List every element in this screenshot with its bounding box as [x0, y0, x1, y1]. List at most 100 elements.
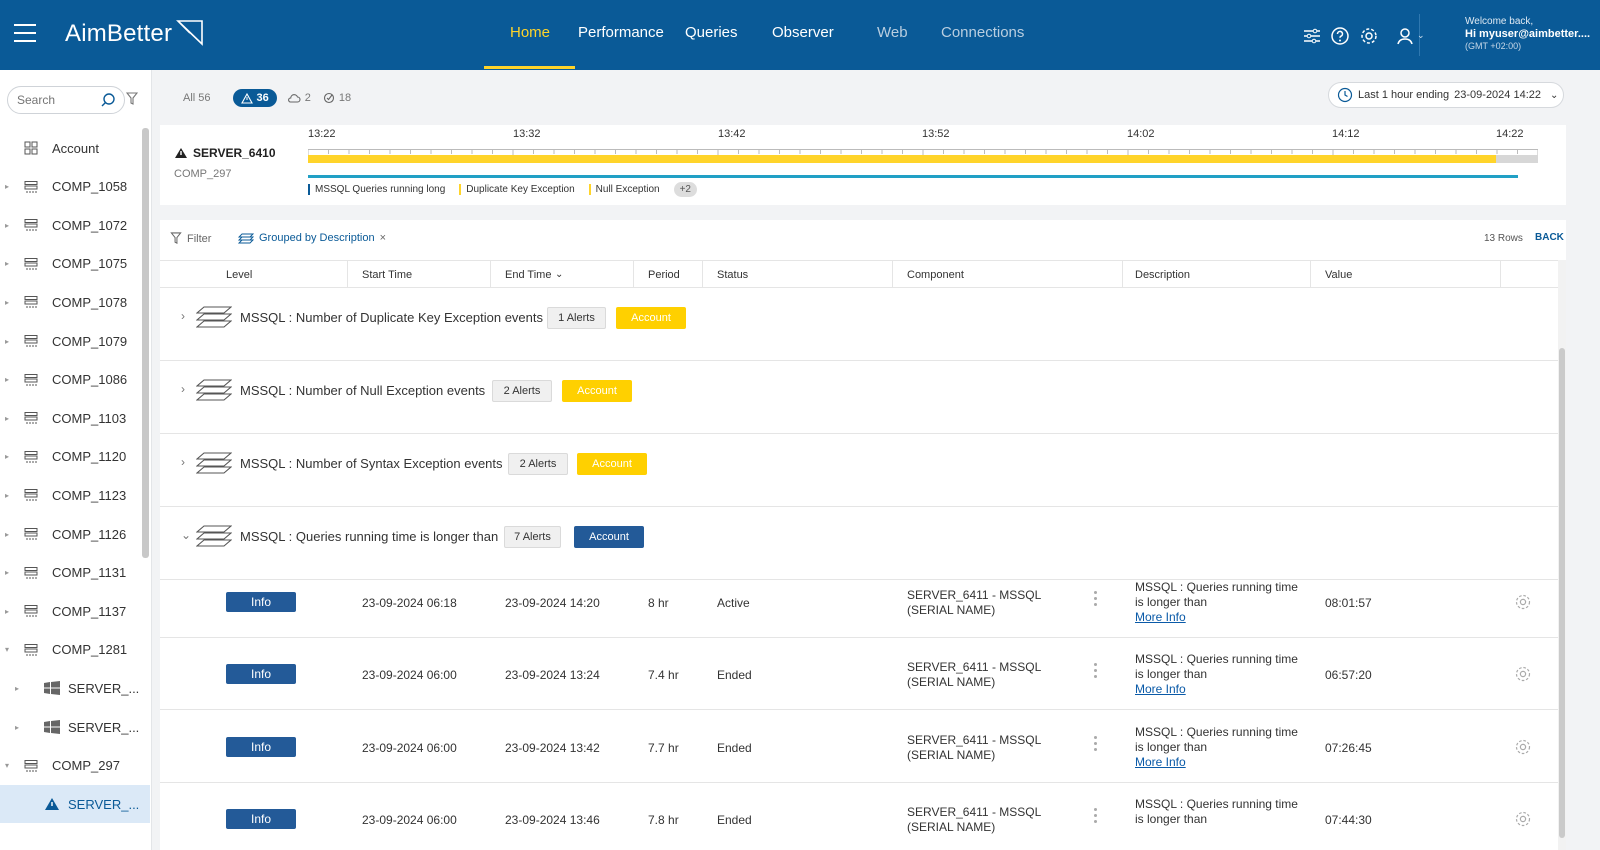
welcome-block[interactable]: Welcome back, Hi myuser@aimbetter.... (G… — [1465, 16, 1590, 52]
back-button[interactable]: BACK — [1535, 232, 1564, 243]
nav-tab-queries[interactable]: Queries — [685, 24, 738, 41]
nav-tab-connections[interactable]: Connections — [941, 24, 1024, 41]
chevron-right-icon[interactable]: › — [181, 455, 185, 469]
expand-caret-icon[interactable]: ▸ — [0, 337, 14, 346]
column-divider[interactable] — [702, 261, 703, 288]
close-icon[interactable]: × — [380, 232, 386, 244]
gear-icon[interactable] — [1514, 593, 1532, 611]
help-icon[interactable] — [1330, 26, 1350, 46]
sidebar-item-account[interactable]: Account — [0, 129, 150, 167]
sidebar-item-comp-1058[interactable]: ▸ COMP_1058 — [0, 168, 150, 206]
table-row[interactable]: Info 23-09-2024 06:00 23-09-2024 13:24 7.4 … — [160, 638, 1558, 710]
legend-item[interactable]: Duplicate Key Exception — [459, 184, 575, 195]
sidebar-item-comp-1126[interactable]: ▸ COMP_1126 — [0, 515, 150, 553]
sort-chevron-icon[interactable]: ⌄ — [555, 269, 563, 280]
nav-tab-web[interactable]: Web — [877, 24, 908, 41]
gear-icon[interactable] — [1514, 810, 1532, 828]
legend-more-badge[interactable]: +2 — [673, 182, 697, 197]
table-filter-button[interactable]: Filter — [170, 232, 211, 245]
column-header-component[interactable]: Component — [907, 269, 964, 281]
column-divider[interactable] — [347, 261, 348, 288]
sidebar-item-comp-1078[interactable]: ▸ COMP_1078 — [0, 283, 150, 321]
gear-icon[interactable] — [1514, 665, 1532, 683]
chevron-down-icon[interactable]: ⌄ — [181, 528, 191, 542]
column-header-status[interactable]: Status — [717, 269, 748, 281]
table-scrollbar-thumb[interactable] — [1559, 348, 1565, 838]
sidebar-item-comp-297[interactable]: ▾ COMP_297 — [0, 747, 150, 785]
column-header-period[interactable]: Period — [648, 269, 680, 281]
column-divider[interactable] — [1500, 261, 1501, 288]
user-chevron-icon[interactable]: ⌄ — [1417, 30, 1425, 41]
gear-icon[interactable] — [1514, 738, 1532, 756]
filter-icon[interactable] — [126, 92, 138, 106]
expand-caret-icon[interactable]: ▸ — [0, 568, 14, 577]
filter-cloud[interactable]: 2 — [287, 92, 311, 104]
more-info-link[interactable]: More Info — [1135, 682, 1305, 697]
sidebar-item-comp-1123[interactable]: ▸ COMP_1123 — [0, 476, 150, 514]
sidebar-item-comp-1120[interactable]: ▸ COMP_1120 — [0, 438, 150, 476]
column-divider[interactable] — [1310, 261, 1311, 288]
search-input[interactable] — [17, 93, 97, 107]
expand-caret-icon[interactable]: ▸ — [0, 452, 14, 461]
timeline-track[interactable] — [308, 149, 1538, 171]
expand-caret-icon[interactable]: ▸ — [0, 259, 14, 268]
time-range-selector[interactable]: Last 1 hour ending 23-09-2024 14:22 ⌄ — [1328, 82, 1564, 108]
expand-caret-icon[interactable]: ▾ — [0, 761, 14, 770]
sidebar-item-comp-1075[interactable]: ▸ COMP_1075 — [0, 245, 150, 283]
sidebar-item-server[interactable]: SERVER_... — [0, 785, 150, 824]
kebab-menu-icon[interactable] — [1094, 591, 1098, 609]
table-row[interactable]: Info 23-09-2024 06:18 23-09-2024 14:20 8 hr… — [160, 566, 1558, 638]
expand-caret-icon[interactable]: ▸ — [10, 723, 24, 732]
user-icon[interactable] — [1395, 26, 1415, 46]
expand-caret-icon[interactable]: ▾ — [0, 645, 14, 654]
column-header-level[interactable]: Level — [226, 269, 252, 281]
nav-tab-observer[interactable]: Observer — [772, 24, 834, 41]
expand-caret-icon[interactable]: ▸ — [0, 530, 14, 539]
filter-all[interactable]: All 56 — [183, 92, 211, 104]
timeline-query-bar[interactable] — [308, 175, 1518, 178]
sliders-icon[interactable] — [1302, 26, 1322, 46]
expand-caret-icon[interactable]: ▸ — [0, 491, 14, 500]
column-header-end-time[interactable]: End Time — [505, 269, 551, 281]
sidebar-item-comp-1079[interactable]: ▸ COMP_1079 — [0, 322, 150, 360]
expand-caret-icon[interactable]: ▸ — [0, 607, 14, 616]
table-row[interactable]: Info 23-09-2024 06:00 23-09-2024 13:42 7.7 … — [160, 711, 1558, 783]
group-row[interactable]: › MSSQL : Number of Duplicate Key Excepti… — [160, 288, 1558, 361]
gear-icon[interactable] — [1359, 26, 1379, 46]
chevron-right-icon[interactable]: › — [181, 309, 185, 323]
sidebar-item-server[interactable]: ▸ SERVER_... — [0, 708, 150, 746]
search-icon[interactable] — [100, 92, 116, 108]
column-header-description[interactable]: Description — [1135, 269, 1190, 281]
expand-caret-icon[interactable]: ▸ — [0, 414, 14, 423]
sidebar-item-comp-1131[interactable]: ▸ COMP_1131 — [0, 554, 150, 592]
sidebar-item-comp-1103[interactable]: ▸ COMP_1103 — [0, 399, 150, 437]
expand-caret-icon[interactable]: ▸ — [10, 684, 24, 693]
nav-tab-home[interactable]: Home — [510, 24, 550, 41]
timeline-server[interactable]: SERVER_6410 — [174, 146, 276, 160]
filter-resolved[interactable]: 18 — [323, 92, 351, 104]
kebab-menu-icon[interactable] — [1094, 808, 1098, 826]
grouped-by-chip[interactable]: Grouped by Description × — [238, 232, 386, 244]
nav-tab-performance[interactable]: Performance — [578, 24, 664, 41]
expand-caret-icon[interactable]: ▸ — [0, 221, 14, 230]
kebab-menu-icon[interactable] — [1094, 663, 1098, 681]
filter-alerts[interactable]: 36 — [232, 89, 277, 107]
expand-caret-icon[interactable]: ▸ — [0, 375, 14, 384]
more-info-link[interactable]: More Info — [1135, 755, 1305, 770]
more-info-link[interactable]: More Info — [1135, 610, 1305, 625]
column-header-value[interactable]: Value — [1325, 269, 1352, 281]
kebab-menu-icon[interactable] — [1094, 736, 1098, 754]
expand-caret-icon[interactable]: ▸ — [0, 182, 14, 191]
column-divider[interactable] — [892, 261, 893, 288]
sidebar-item-server[interactable]: ▸ SERVER_... — [0, 669, 150, 707]
logo[interactable]: AimBetter — [65, 20, 203, 48]
hamburger-menu-icon[interactable] — [14, 24, 36, 42]
table-row[interactable]: Info 23-09-2024 06:00 23-09-2024 13:46 7.8 … — [160, 783, 1558, 850]
sidebar-item-comp-1072[interactable]: ▸ COMP_1072 — [0, 206, 150, 244]
column-divider[interactable] — [633, 261, 634, 288]
column-divider[interactable] — [490, 261, 491, 288]
group-row[interactable]: › MSSQL : Number of Syntax Exception even… — [160, 434, 1558, 507]
column-header-start-time[interactable]: Start Time — [362, 269, 412, 281]
table-scrollbar[interactable] — [1558, 260, 1566, 850]
expand-caret-icon[interactable]: ▸ — [0, 298, 14, 307]
